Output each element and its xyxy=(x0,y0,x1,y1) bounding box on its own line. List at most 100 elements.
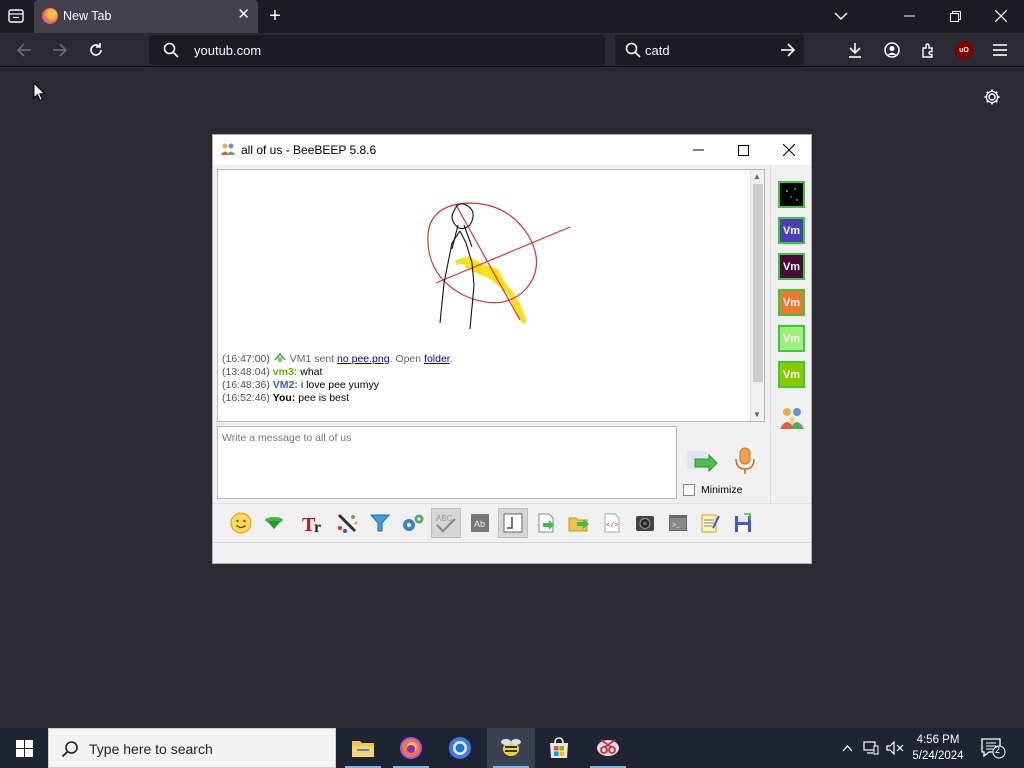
user-avatar[interactable] xyxy=(778,181,805,208)
network-icon[interactable] xyxy=(860,728,882,768)
font-button[interactable]: Tr xyxy=(299,508,329,538)
chat-history[interactable]: (16:47:00) VM1 sent no pee.png. Open fol… xyxy=(217,169,765,422)
chrome-app[interactable] xyxy=(436,728,484,768)
beebeep-window: all of us - BeeBEEP 5.8.6 (16:47:00) VM1… xyxy=(212,134,812,564)
filter-button[interactable] xyxy=(365,508,395,538)
buzz-button[interactable] xyxy=(259,508,289,538)
user-avatar[interactable]: Vm xyxy=(778,217,805,244)
user-avatar[interactable]: Vm xyxy=(778,325,805,352)
file-explorer-app[interactable] xyxy=(339,728,387,768)
status-bar xyxy=(213,544,811,563)
send-file-icon xyxy=(538,513,554,533)
html-button[interactable]: </> xyxy=(597,508,627,538)
search-text[interactable]: catd xyxy=(645,43,670,58)
compact-view-button[interactable] xyxy=(498,508,528,538)
user-avatar[interactable]: Vm xyxy=(778,289,805,316)
web-search-bar[interactable]: catd xyxy=(615,35,804,65)
chevron-down-icon[interactable] xyxy=(818,0,864,32)
save-chat-button[interactable] xyxy=(728,508,758,538)
camera-icon xyxy=(636,516,654,531)
send-folder-icon xyxy=(568,517,589,532)
minimize-button[interactable] xyxy=(675,135,721,165)
chat-scrollbar[interactable]: ▲ ▼ xyxy=(750,170,764,421)
text-complete-icon: Ab xyxy=(471,514,489,532)
beebeep-app[interactable] xyxy=(487,728,535,768)
emoticons-button[interactable] xyxy=(226,508,256,538)
shared-drawing-image[interactable] xyxy=(408,195,608,335)
chat-message: (16:48:36) VM2: i love pee yumyy xyxy=(222,379,453,392)
url-bar[interactable]: youtub.com xyxy=(149,35,605,65)
beebeep-title-bar: all of us - BeeBEEP 5.8.6 xyxy=(213,135,811,165)
ublock-origin-icon[interactable]: uO xyxy=(955,41,973,59)
mouse-cursor-icon xyxy=(33,82,46,102)
browser-nav-bar: youtub.com catd uO xyxy=(0,33,1024,67)
taskbar-search-placeholder[interactable]: Type here to search xyxy=(89,741,213,757)
message-text: pee is best xyxy=(298,392,350,404)
font-color-button[interactable] xyxy=(332,508,362,538)
user-avatar[interactable]: Vm xyxy=(778,361,805,388)
notes-button[interactable] xyxy=(695,508,725,538)
message-input-box[interactable] xyxy=(217,426,677,499)
spell-check-button[interactable]: ABC xyxy=(431,508,461,538)
account-icon[interactable] xyxy=(879,38,905,62)
downloads-icon[interactable] xyxy=(842,38,868,62)
smiley-icon xyxy=(230,512,252,534)
close-button[interactable] xyxy=(766,135,812,165)
minimize-window-button[interactable] xyxy=(886,0,932,32)
word-completer-button[interactable]: Ab xyxy=(465,508,495,538)
tab-new-tab[interactable]: New Tab ✕ xyxy=(34,0,258,33)
list-all-tabs-icon[interactable] xyxy=(3,4,29,28)
voice-message-button[interactable] xyxy=(731,445,759,477)
html-code-icon: </> xyxy=(604,513,620,533)
scroll-down-icon[interactable]: ▼ xyxy=(753,410,761,419)
code-button[interactable]: >_ xyxy=(663,508,693,538)
arrow-right-icon[interactable] xyxy=(780,42,796,58)
minimize-checkbox-row[interactable]: Minimize xyxy=(683,484,742,496)
scroll-up-icon[interactable]: ▲ xyxy=(753,172,761,181)
open-folder-link[interactable]: folder xyxy=(424,353,450,365)
close-tab-icon[interactable]: ✕ xyxy=(237,7,250,23)
forward-button[interactable] xyxy=(47,38,73,62)
screenshot-button[interactable] xyxy=(630,508,660,538)
close-window-button[interactable] xyxy=(978,0,1024,32)
send-file-button[interactable] xyxy=(531,508,561,538)
maximize-button[interactable] xyxy=(720,135,766,165)
send-message-button[interactable] xyxy=(683,445,719,477)
svg-text:ABC: ABC xyxy=(436,514,453,523)
snipping-tool-icon xyxy=(597,739,619,756)
extensions-icon[interactable] xyxy=(915,38,941,62)
back-button[interactable] xyxy=(11,38,37,62)
gear-icon[interactable] xyxy=(983,88,1001,111)
chat-message: (16:52:46) You: pee is best xyxy=(222,392,453,405)
show-hidden-icons-icon[interactable] xyxy=(838,728,856,768)
firefox-app[interactable] xyxy=(387,728,435,768)
snipping-tool-app[interactable] xyxy=(584,728,632,768)
scrollbar-thumb[interactable] xyxy=(753,184,763,382)
search-icon xyxy=(61,741,78,758)
clock-date: 5/24/2024 xyxy=(912,750,964,762)
users-group-icon[interactable] xyxy=(778,405,806,431)
reload-button[interactable] xyxy=(83,38,109,62)
start-button[interactable] xyxy=(0,728,48,768)
gears-icon xyxy=(403,514,424,531)
notes-icon xyxy=(701,514,720,533)
file-link[interactable]: no pee.png xyxy=(337,353,390,365)
search-icon xyxy=(163,42,179,58)
message-input[interactable] xyxy=(218,427,676,498)
green-arrow-down-icon xyxy=(265,517,283,529)
minimize-checkbox[interactable] xyxy=(683,484,695,496)
url-text[interactable]: youtub.com xyxy=(194,43,261,58)
send-folder-button[interactable] xyxy=(564,508,594,538)
notifications-button[interactable]: 2 xyxy=(980,737,1006,764)
new-tab-icon[interactable]: + xyxy=(262,4,288,28)
svg-text:Ab: Ab xyxy=(474,519,485,529)
microsoft-store-app[interactable] xyxy=(535,728,583,768)
settings-button[interactable] xyxy=(398,508,428,538)
message-text: . xyxy=(449,353,453,365)
send-icon xyxy=(687,451,718,473)
restore-window-button[interactable] xyxy=(932,0,978,32)
menu-icon[interactable] xyxy=(987,38,1013,62)
user-avatar[interactable]: Vm xyxy=(778,253,805,280)
taskbar-search-box[interactable]: Type here to search xyxy=(48,728,336,768)
system-clock[interactable]: 4:56 PM 5/24/2024 xyxy=(903,732,973,764)
